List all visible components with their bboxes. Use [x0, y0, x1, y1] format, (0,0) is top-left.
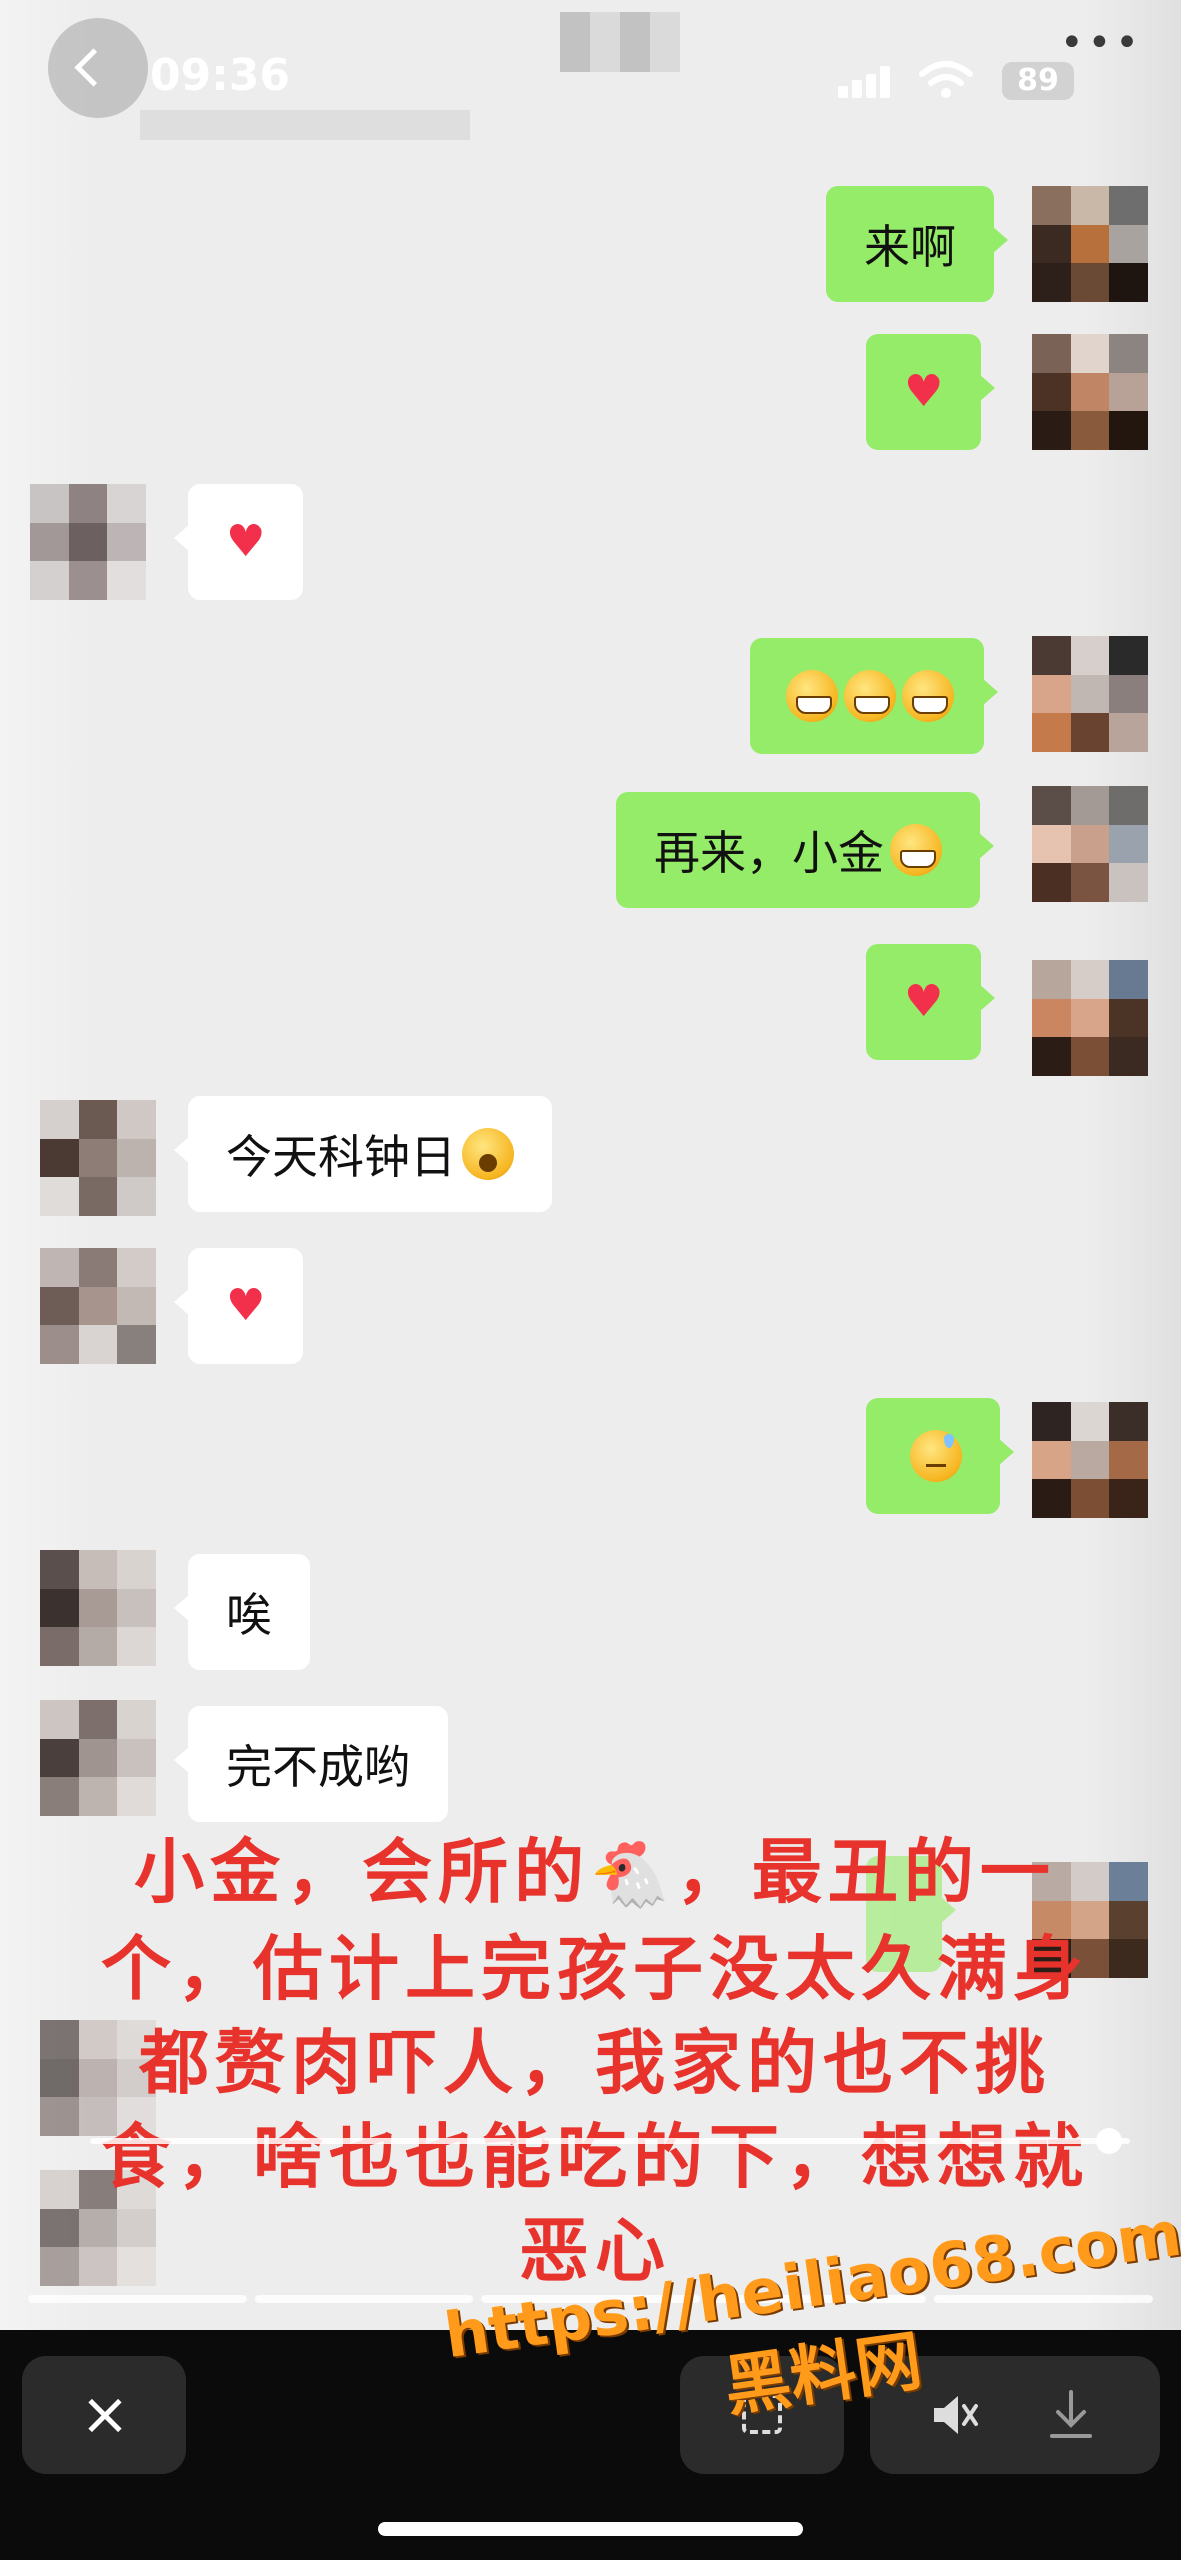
heart-icon: ♥ — [226, 516, 266, 567]
message-bubble[interactable]: ♥ — [866, 944, 996, 1060]
grin-emoji-icon — [890, 824, 942, 876]
chat-screenshot: 09:36 89 ••• 来啊 ♥ ♥ 再来，小金 ♥ 今天科钟日 ♥ 唉 完不… — [0, 0, 1181, 2330]
message-bubble[interactable]: 唉 — [174, 1554, 310, 1670]
message-bubble[interactable]: 完不成哟 — [174, 1706, 448, 1822]
message-bubble[interactable]: ♥ — [866, 334, 996, 450]
grin-emoji-icon — [902, 670, 954, 722]
status-time: 09:36 — [150, 50, 291, 101]
more-icon[interactable]: ••• — [1060, 20, 1143, 66]
avatar[interactable] — [40, 1550, 156, 1666]
avatar[interactable] — [1032, 636, 1148, 752]
message-bubble[interactable] — [866, 1398, 1014, 1514]
message-bubble[interactable]: 再来，小金 — [616, 792, 994, 908]
message-bubble[interactable]: 来啊 — [826, 186, 1008, 302]
overlay-caption-part1: 小金，会所的 — [134, 1831, 591, 1913]
grin-emoji-icon — [844, 670, 896, 722]
message-text: 再来，小金 — [654, 826, 884, 880]
avatar[interactable] — [1032, 1402, 1148, 1518]
avatar[interactable] — [30, 484, 146, 600]
avatar[interactable] — [1032, 786, 1148, 902]
page-indicator — [28, 2295, 247, 2303]
message-bubble[interactable] — [750, 638, 998, 754]
message-bubble[interactable]: ♥ — [173, 484, 304, 600]
chicken-icon: 🐔 — [590, 1838, 676, 1912]
heart-icon: ♥ — [904, 976, 944, 1027]
blurred-contact-name — [560, 12, 680, 72]
wifi-icon — [919, 61, 973, 98]
heart-icon: ♥ — [226, 1280, 266, 1331]
sweat-emoji-icon — [910, 1430, 962, 1482]
avatar[interactable] — [1032, 334, 1148, 450]
close-icon[interactable] — [22, 2356, 186, 2474]
video-progress-bar[interactable] — [90, 2138, 1130, 2144]
message-text: 唉 — [226, 1588, 272, 1642]
avatar[interactable] — [1032, 186, 1148, 302]
avatar[interactable] — [40, 1248, 156, 1364]
back-icon[interactable] — [48, 18, 148, 118]
video-progress-handle[interactable] — [1096, 2128, 1123, 2154]
grin-emoji-icon — [786, 670, 838, 722]
signal-icon — [838, 66, 890, 98]
heart-icon: ♥ — [904, 366, 944, 417]
avatar[interactable] — [1032, 960, 1148, 1076]
avatar[interactable] — [40, 1700, 156, 1816]
message-bubble[interactable]: ♥ — [173, 1248, 304, 1364]
avatar[interactable] — [40, 1100, 156, 1216]
scream-emoji-icon — [462, 1128, 514, 1180]
blurred-subtitle — [140, 110, 470, 140]
message-text: 来啊 — [864, 220, 956, 274]
status-bar: 09:36 89 ••• — [0, 0, 1181, 150]
message-bubble[interactable]: 今天科钟日 — [174, 1096, 552, 1212]
message-text: 完不成哟 — [226, 1740, 410, 1794]
overlay-caption: 小金，会所的🐔，最丑的一个，估计上完孩子没太久满身都赘肉吓人，我家的也不挑食，啥… — [95, 1825, 1095, 2298]
battery-indicator: 89 — [1002, 62, 1074, 100]
message-text: 今天科钟日 — [226, 1130, 456, 1184]
home-indicator — [378, 2522, 803, 2536]
